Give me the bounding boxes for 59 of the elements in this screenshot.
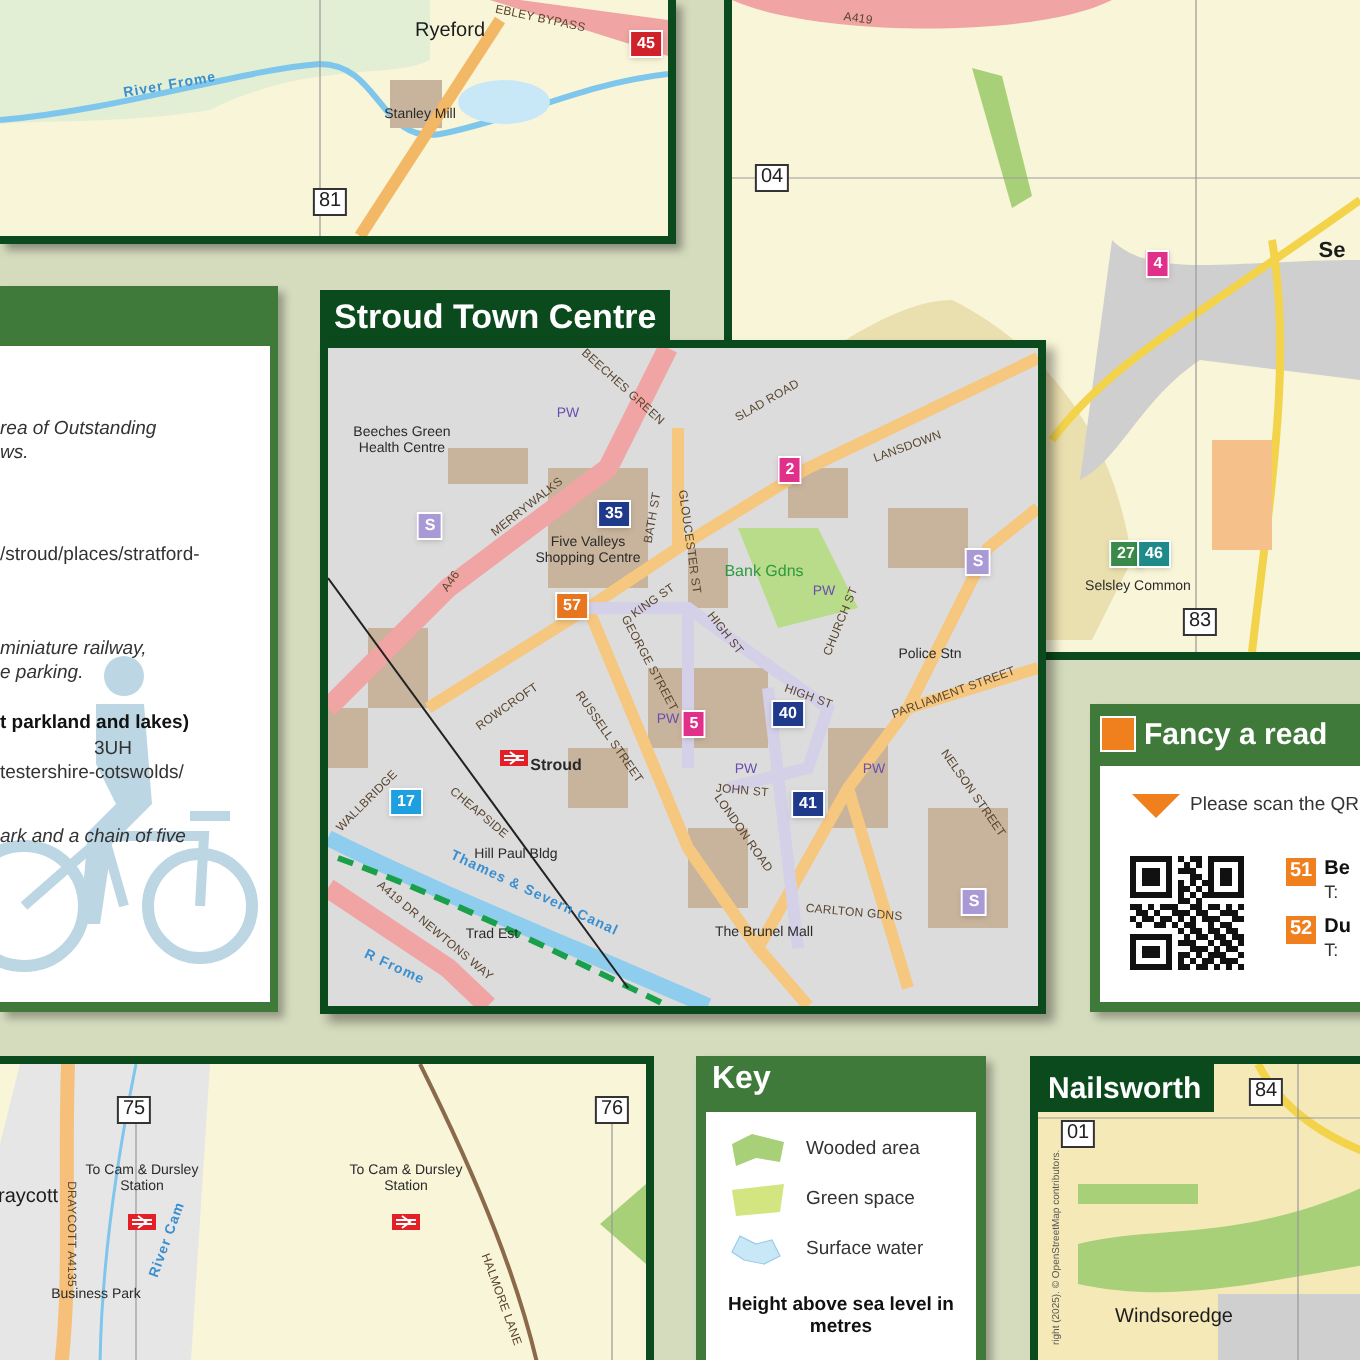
legend-caption: Height above sea level in metres — [726, 1294, 956, 1338]
info-text: e parking. — [0, 664, 84, 683]
grid-reference: 81 — [312, 188, 348, 216]
map-marker-badge: 4 — [1145, 250, 1171, 278]
map-marker-badge: 35 — [597, 500, 631, 528]
info-text: rea of Outstanding — [0, 420, 157, 439]
legend-label: Wooded area — [806, 1135, 920, 1164]
legend-label: Surface water — [806, 1235, 924, 1264]
station-name: Stroud — [530, 758, 582, 774]
triangle-icon — [1132, 794, 1180, 818]
grid-reference: 76 — [594, 1096, 630, 1124]
grid-reference: 84 — [1248, 1078, 1284, 1106]
grid-reference: 01 — [1060, 1120, 1096, 1148]
map-marker-badge: 17 — [389, 788, 423, 816]
info-text: ark and a chain of five — [0, 828, 186, 847]
legend-swatch-icon — [726, 1182, 790, 1218]
park-name: Bank Gdns — [724, 564, 804, 580]
info-text: t parkland and lakes) — [0, 714, 190, 733]
library-name: Be — [1324, 858, 1350, 882]
panel-title: Key — [712, 1064, 771, 1096]
library-number-badge: 52 — [1286, 916, 1317, 944]
map-marker-badge: S — [960, 888, 988, 916]
qr-code-icon — [1130, 856, 1244, 970]
place-name: Se — [1318, 241, 1346, 263]
map-marker-badge: S — [964, 548, 992, 576]
map-marker-badge: 40 — [771, 700, 805, 728]
map-marker-badge: 27 — [1109, 540, 1143, 568]
map-marker-badge: 5 — [681, 710, 707, 738]
info-text: 3UH — [94, 740, 133, 759]
panel-title: Nailsworth — [1048, 1073, 1202, 1103]
legend-swatch-icon — [726, 1132, 790, 1168]
info-text: miniature railway, — [0, 640, 147, 659]
legend-label: Green space — [806, 1185, 915, 1214]
map-marker-badge: 46 — [1137, 540, 1171, 568]
map-marker-badge: 57 — [555, 592, 589, 620]
railway-station-icon — [392, 1214, 420, 1230]
panel-title: Stroud Town Centre — [334, 296, 657, 341]
railway-station-icon — [128, 1214, 156, 1230]
square-icon — [1100, 716, 1136, 752]
scan-instruction: Please scan the QR — [1190, 792, 1359, 820]
info-text: ws. — [0, 444, 29, 463]
grid-reference: 04 — [754, 164, 790, 192]
place-name: Ryeford — [415, 22, 485, 42]
library-phone: T: — [1324, 940, 1341, 962]
map-marker-badge: 45 — [629, 30, 663, 58]
railway-station-icon — [500, 750, 528, 766]
map-marker-badge: 2 — [777, 456, 803, 484]
info-text: /stroud/places/stratford- — [0, 546, 200, 565]
map-marker-badge: 41 — [791, 790, 825, 818]
place-name: raycott — [0, 1188, 58, 1208]
map-marker-badge: S — [416, 512, 444, 540]
place-name: Windsoredge — [1115, 1308, 1233, 1328]
grid-reference: 75 — [116, 1096, 152, 1124]
grid-reference: 83 — [1182, 608, 1218, 636]
info-text: testershire-cotswolds/ — [0, 764, 184, 783]
library-name: Du — [1324, 916, 1351, 940]
panel-title: Fancy a read — [1144, 716, 1328, 756]
library-number-badge: 51 — [1286, 858, 1317, 886]
library-phone: T: — [1324, 882, 1341, 904]
